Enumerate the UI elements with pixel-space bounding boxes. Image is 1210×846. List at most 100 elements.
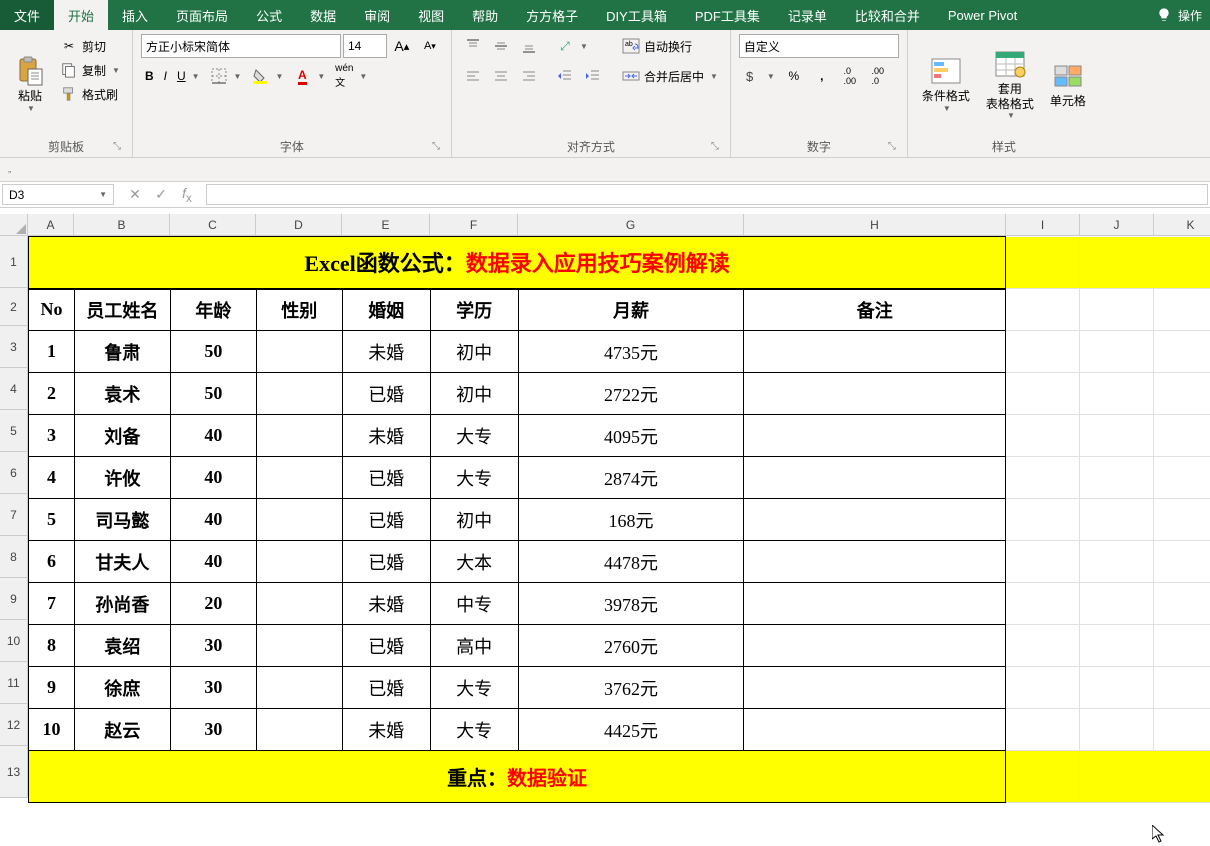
tab-ffgz[interactable]: 方方格子 bbox=[512, 0, 592, 30]
merge-center-button[interactable]: 合并后居中▼ bbox=[618, 64, 722, 88]
column-header-F[interactable]: F bbox=[430, 214, 518, 236]
cell-marriage[interactable]: 已婚 bbox=[342, 625, 430, 667]
decrease-decimal-button[interactable]: .00.0 bbox=[865, 64, 891, 88]
cell-salary[interactable]: 4095元 bbox=[518, 415, 744, 457]
percent-button[interactable]: % bbox=[781, 64, 807, 88]
cell-no[interactable]: 10 bbox=[29, 709, 75, 751]
cell-age[interactable]: 30 bbox=[170, 709, 256, 751]
cell-remark[interactable] bbox=[744, 499, 1006, 541]
cell-name[interactable]: 甘夫人 bbox=[74, 541, 170, 583]
row-header-1[interactable]: 1 bbox=[0, 236, 28, 288]
tab-pdf[interactable]: PDF工具集 bbox=[681, 0, 774, 30]
column-header-C[interactable]: C bbox=[170, 214, 256, 236]
header-remark[interactable]: 备注 bbox=[744, 289, 1006, 331]
cell-marriage[interactable]: 未婚 bbox=[342, 583, 430, 625]
cell-name[interactable]: 袁绍 bbox=[74, 625, 170, 667]
cell-remark[interactable] bbox=[744, 373, 1006, 415]
cell-name[interactable]: 司马懿 bbox=[74, 499, 170, 541]
row-header-5[interactable]: 5 bbox=[0, 410, 28, 452]
cut-button[interactable]: ✂ 剪切 bbox=[56, 34, 124, 58]
header-education[interactable]: 学历 bbox=[430, 289, 518, 331]
cell-name[interactable]: 赵云 bbox=[74, 709, 170, 751]
borders-button[interactable]: ▼ bbox=[206, 64, 246, 88]
cell-age[interactable]: 20 bbox=[170, 583, 256, 625]
cell-no[interactable]: 9 bbox=[29, 667, 75, 709]
row-header-13[interactable]: 13 bbox=[0, 746, 28, 798]
worksheet-grid[interactable]: 12345678910111213 ABCDEFGHIJK Excel函数公式：… bbox=[0, 214, 1210, 803]
cell-remark[interactable] bbox=[744, 709, 1006, 751]
wrap-text-button[interactable]: ab自动换行 bbox=[618, 34, 722, 58]
row-header-4[interactable]: 4 bbox=[0, 368, 28, 410]
cell-education[interactable]: 高中 bbox=[430, 625, 518, 667]
underline-button[interactable]: U▼ bbox=[173, 64, 204, 88]
cell-remark[interactable] bbox=[744, 457, 1006, 499]
cell-age[interactable]: 40 bbox=[170, 499, 256, 541]
cell-age[interactable]: 50 bbox=[170, 373, 256, 415]
column-header-E[interactable]: E bbox=[342, 214, 430, 236]
cell-gender[interactable] bbox=[256, 499, 342, 541]
cell-education[interactable]: 初中 bbox=[430, 499, 518, 541]
confirm-formula-button[interactable]: ✓ bbox=[148, 186, 174, 203]
cell-marriage[interactable]: 已婚 bbox=[342, 373, 430, 415]
font-family-select[interactable] bbox=[141, 34, 341, 58]
cell-education[interactable]: 大本 bbox=[430, 541, 518, 583]
align-bottom-button[interactable] bbox=[516, 34, 542, 58]
clipboard-launcher[interactable]: ⤡ bbox=[110, 141, 124, 155]
format-painter-button[interactable]: 格式刷 bbox=[56, 82, 124, 106]
select-all-corner[interactable] bbox=[0, 214, 28, 236]
column-header-H[interactable]: H bbox=[744, 214, 1006, 236]
tab-pagelayout[interactable]: 页面布局 bbox=[162, 0, 242, 30]
row-header-2[interactable]: 2 bbox=[0, 288, 28, 326]
fill-color-button[interactable]: ▼ bbox=[247, 64, 287, 88]
row-header-10[interactable]: 10 bbox=[0, 620, 28, 662]
cell-salary[interactable]: 4425元 bbox=[518, 709, 744, 751]
tab-view[interactable]: 视图 bbox=[404, 0, 458, 30]
cell-gender[interactable] bbox=[256, 373, 342, 415]
tab-formulas[interactable]: 公式 bbox=[242, 0, 296, 30]
column-header-I[interactable]: I bbox=[1006, 214, 1080, 236]
number-launcher[interactable]: ⤡ bbox=[885, 141, 899, 155]
phonetic-button[interactable]: wén文▼ bbox=[331, 64, 371, 88]
cell-name[interactable]: 鲁肃 bbox=[74, 331, 170, 373]
copy-button[interactable]: 复制 ▼ bbox=[56, 58, 124, 82]
cell-gender[interactable] bbox=[256, 415, 342, 457]
tab-diy[interactable]: DIY工具箱 bbox=[592, 0, 681, 30]
align-right-button[interactable] bbox=[516, 64, 542, 88]
align-left-button[interactable] bbox=[460, 64, 486, 88]
footer-cell[interactable]: 重点：数据验证 bbox=[29, 751, 1006, 803]
cell-education[interactable]: 大专 bbox=[430, 457, 518, 499]
decrease-indent-button[interactable] bbox=[552, 64, 578, 88]
cell-gender[interactable] bbox=[256, 583, 342, 625]
name-box[interactable]: D3 ▼ bbox=[2, 184, 114, 205]
cell-remark[interactable] bbox=[744, 331, 1006, 373]
header-name[interactable]: 员工姓名 bbox=[74, 289, 170, 331]
cell-no[interactable]: 5 bbox=[29, 499, 75, 541]
table-format-button[interactable]: 套用 表格格式▼ bbox=[980, 34, 1040, 134]
formula-bar-input[interactable] bbox=[206, 184, 1208, 205]
cell-education[interactable]: 大专 bbox=[430, 415, 518, 457]
cell-name[interactable]: 刘备 bbox=[74, 415, 170, 457]
comma-button[interactable]: , bbox=[809, 64, 835, 88]
cell-remark[interactable] bbox=[744, 625, 1006, 667]
cell-no[interactable]: 2 bbox=[29, 373, 75, 415]
cell-gender[interactable] bbox=[256, 667, 342, 709]
cell-marriage[interactable]: 未婚 bbox=[342, 415, 430, 457]
cell-salary[interactable]: 3762元 bbox=[518, 667, 744, 709]
tab-file[interactable]: 文件 bbox=[0, 0, 54, 30]
orientation-button[interactable]: ⤢▼ bbox=[552, 34, 592, 58]
tab-record[interactable]: 记录单 bbox=[774, 0, 841, 30]
cell-styles-button[interactable]: 单元格 bbox=[1044, 34, 1092, 134]
column-header-A[interactable]: A bbox=[28, 214, 74, 236]
italic-button[interactable]: I bbox=[160, 64, 171, 88]
cell-salary[interactable]: 2874元 bbox=[518, 457, 744, 499]
cell-name[interactable]: 许攸 bbox=[74, 457, 170, 499]
cell-remark[interactable] bbox=[744, 415, 1006, 457]
cell-gender[interactable] bbox=[256, 625, 342, 667]
row-header-3[interactable]: 3 bbox=[0, 326, 28, 368]
cell-no[interactable]: 4 bbox=[29, 457, 75, 499]
cell-marriage[interactable]: 未婚 bbox=[342, 709, 430, 751]
conditional-format-button[interactable]: 条件格式▼ bbox=[916, 34, 976, 134]
cell-age[interactable]: 40 bbox=[170, 541, 256, 583]
increase-indent-button[interactable] bbox=[580, 64, 606, 88]
increase-font-button[interactable]: A▴ bbox=[389, 34, 415, 58]
